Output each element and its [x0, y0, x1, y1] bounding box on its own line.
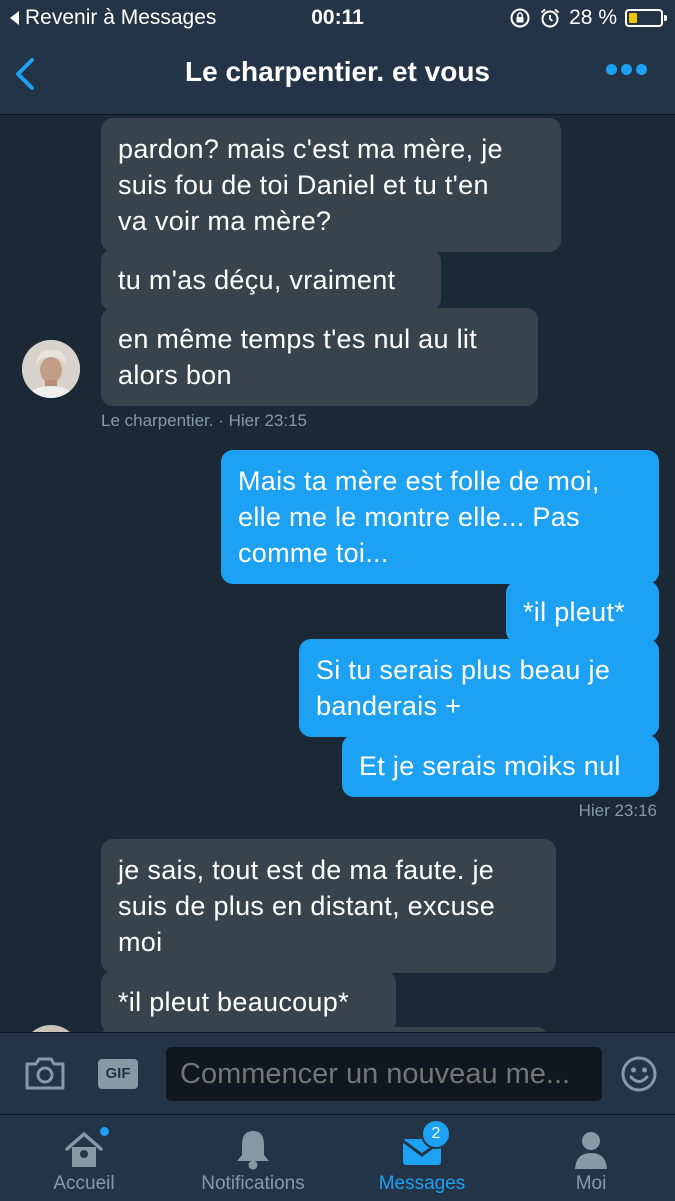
message-bubble: Mais ta mère est folle de moi, elle me l… — [221, 450, 659, 584]
gif-label: GIF — [105, 1065, 131, 1082]
emoji-button[interactable] — [620, 1055, 658, 1098]
status-bar: Revenir à Messages 00:11 28 % — [0, 0, 675, 36]
tab-me-label: Moi — [575, 1173, 607, 1194]
outgoing-timestamp: Hier 23:16 — [578, 801, 657, 820]
message-bubble: tu m'as déçu, vraiment — [101, 249, 441, 311]
camera-icon — [25, 1057, 65, 1090]
tab-home-label: Accueil — [53, 1173, 115, 1194]
tab-notifications-label: Notifications — [201, 1173, 305, 1194]
bell-icon — [237, 1131, 269, 1170]
camera-button[interactable] — [24, 1055, 66, 1096]
message-bubble: en même temps t'es nul au lit alors bon — [101, 308, 538, 406]
status-indicators: 28 % — [509, 6, 667, 30]
tab-bar: Accueil Notifications 2 Messages Moi — [0, 1114, 675, 1201]
battery-icon — [625, 9, 667, 27]
emoji-icon — [621, 1056, 657, 1092]
new-activity-dot — [100, 1127, 109, 1136]
alarm-clock-icon — [540, 8, 560, 28]
conversation-title: Le charpentier. et vous — [185, 56, 490, 87]
battery-percent: 28 % — [569, 6, 617, 29]
message-input[interactable] — [166, 1047, 602, 1101]
tab-notifications[interactable]: Notifications — [193, 1115, 313, 1201]
avatar[interactable] — [22, 1025, 80, 1032]
conversation-header: Le charpentier. et vous — [0, 36, 675, 115]
gif-button[interactable]: GIF — [98, 1059, 138, 1089]
message-bubble: je sais, tout est de ma faute. je suis d… — [101, 839, 556, 973]
composer-bar: GIF — [0, 1032, 675, 1115]
tab-home[interactable]: Accueil — [34, 1115, 134, 1201]
tab-messages-label: Messages — [378, 1173, 466, 1194]
message-bubble: *il pleut beaucoup* — [101, 971, 396, 1032]
more-dots-icon[interactable] — [606, 64, 647, 75]
tab-messages[interactable]: 2 Messages — [372, 1115, 472, 1201]
incoming-timestamp: Le charpentier. · Hier 23:15 — [101, 411, 308, 430]
orientation-lock-icon — [510, 8, 530, 28]
messages-badge: 2 — [421, 1119, 451, 1149]
message-bubble: Si tu serais plus beau je banderais + — [299, 639, 659, 737]
person-icon — [575, 1132, 607, 1169]
message-bubble: pardon? mais c'est ma mère, je suis fou … — [101, 118, 561, 252]
message-bubble: *il pleut* — [506, 581, 659, 643]
battery-level — [629, 13, 637, 23]
tab-me[interactable]: Moi — [541, 1115, 641, 1201]
avatar-photo — [22, 340, 80, 398]
message-thread[interactable]: pardon? mais c'est ma mère, je suis fou … — [0, 115, 675, 1032]
avatar[interactable] — [22, 340, 80, 398]
message-bubble: Et je serais moiks nul — [342, 735, 659, 797]
